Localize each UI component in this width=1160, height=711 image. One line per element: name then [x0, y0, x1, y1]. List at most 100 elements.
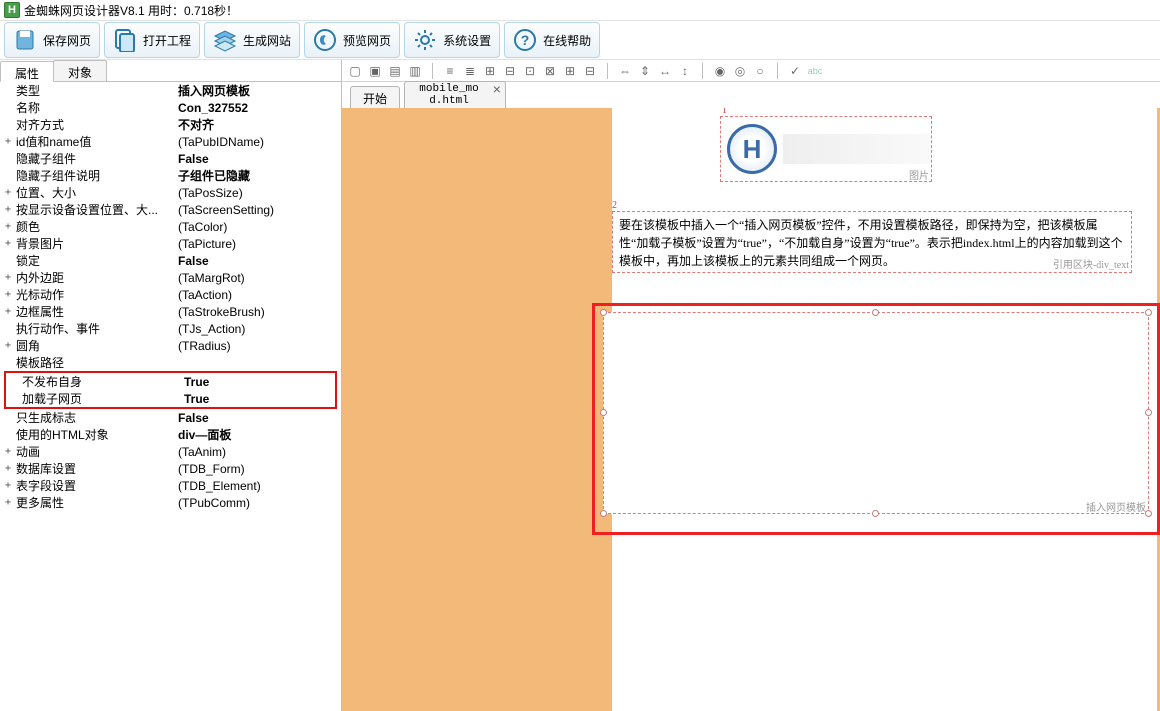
property-value[interactable]: (TDB_Form) [176, 462, 341, 476]
property-value[interactable]: False [176, 411, 341, 425]
property-row[interactable]: +颜色(TaColor) [0, 218, 341, 235]
property-row[interactable]: +边框属性(TaStrokeBrush) [0, 303, 341, 320]
property-value[interactable]: (TaScreenSetting) [176, 203, 341, 217]
align-icon-8[interactable]: ⊟ [581, 62, 599, 80]
close-icon[interactable]: × [493, 84, 501, 99]
image-component[interactable]: H 图片 [720, 116, 932, 182]
resize-handle-w[interactable] [600, 409, 607, 416]
property-row[interactable]: +光标动作(TaAction) [0, 286, 341, 303]
property-value[interactable]: div—面板 [176, 426, 341, 443]
property-row[interactable]: +位置、大小(TaPosSize) [0, 184, 341, 201]
property-row[interactable]: +按显示设备设置位置、大...(TaScreenSetting) [0, 201, 341, 218]
property-row[interactable]: 只生成标志False [0, 409, 341, 426]
property-row[interactable]: 隐藏子组件False [0, 150, 341, 167]
property-row[interactable]: 执行动作、事件(TJs_Action) [0, 320, 341, 337]
group-icon-2[interactable]: ◎ [731, 62, 749, 80]
property-value[interactable]: True [182, 375, 335, 389]
property-row[interactable]: 加载子网页True [6, 390, 335, 407]
resize-handle-s[interactable] [872, 510, 879, 517]
align-icon-2[interactable]: ≣ [461, 62, 479, 80]
property-row[interactable]: +背景图片(TaPicture) [0, 235, 341, 252]
resize-handle-ne[interactable] [1145, 309, 1152, 316]
save-button[interactable]: 保存网页 [4, 22, 100, 58]
property-row[interactable]: +数据库设置(TDB_Form) [0, 460, 341, 477]
property-row[interactable]: +id值和name值(TaPubIDName) [0, 133, 341, 150]
template-component[interactable]: 插入网页模板 [603, 312, 1149, 514]
property-row[interactable]: +更多属性(TPubComm) [0, 494, 341, 511]
tab-start[interactable]: 开始 [350, 86, 400, 108]
property-row[interactable]: 隐藏子组件说明子组件已隐藏 [0, 167, 341, 184]
expand-toggle[interactable]: + [2, 272, 14, 283]
property-row[interactable]: 对齐方式不对齐 [0, 116, 341, 133]
resize-handle-e[interactable] [1145, 409, 1152, 416]
property-value[interactable]: (TaPubIDName) [176, 135, 341, 149]
tab-attributes[interactable]: 属性 [0, 61, 54, 82]
property-value[interactable]: 不对齐 [176, 116, 341, 133]
expand-toggle[interactable]: + [2, 340, 14, 351]
align-icon-6[interactable]: ⊠ [541, 62, 559, 80]
spacing-icon-2[interactable]: ⇕ [636, 62, 654, 80]
property-value[interactable]: 子组件已隐藏 [176, 167, 341, 184]
expand-toggle[interactable]: + [2, 497, 14, 508]
tool-icon-2[interactable]: ▣ [366, 62, 384, 80]
text-component[interactable]: 要在该模板中插入一个“插入网页模板”控件，不用设置模板路径，即保持为空，把该模板… [612, 211, 1132, 273]
design-canvas[interactable]: 1 H 图片 2 要在该模板中插入一个“插入网页模板”控件，不用设置模板路径，即… [342, 108, 1160, 711]
property-row[interactable]: +内外边距(TaMargRot) [0, 269, 341, 286]
tool-icon-1[interactable]: ▢ [346, 62, 364, 80]
expand-toggle[interactable]: + [2, 136, 14, 147]
align-icon-4[interactable]: ⊟ [501, 62, 519, 80]
tool-icon-3[interactable]: ▤ [386, 62, 404, 80]
property-value[interactable]: (TRadius) [176, 339, 341, 353]
property-value[interactable]: False [176, 254, 341, 268]
misc-icon-2[interactable]: abc [806, 62, 824, 80]
tab-objects[interactable]: 对象 [53, 60, 107, 81]
property-value[interactable]: (TaMargRot) [176, 271, 341, 285]
spacing-icon-4[interactable]: ↕ [676, 62, 694, 80]
open-button[interactable]: 打开工程 [104, 22, 200, 58]
settings-button[interactable]: 系统设置 [404, 22, 500, 58]
expand-toggle[interactable]: + [2, 480, 14, 491]
property-row[interactable]: 不发布自身True [6, 373, 335, 390]
property-value[interactable]: 插入网页模板 [176, 82, 341, 99]
resize-handle-se[interactable] [1145, 510, 1152, 517]
spacing-icon-1[interactable]: ⇔ [616, 62, 634, 80]
property-row[interactable]: +表字段设置(TDB_Element) [0, 477, 341, 494]
expand-toggle[interactable]: + [2, 463, 14, 474]
property-row[interactable]: 名称Con_327552 [0, 99, 341, 116]
align-icon-5[interactable]: ⊡ [521, 62, 539, 80]
resize-handle-sw[interactable] [600, 510, 607, 517]
tab-file[interactable]: mobile_mod.html × [404, 81, 506, 108]
tool-icon-4[interactable]: ▥ [406, 62, 424, 80]
property-value[interactable]: False [176, 152, 341, 166]
property-value[interactable]: (TaPicture) [176, 237, 341, 251]
expand-toggle[interactable]: + [2, 446, 14, 457]
property-value[interactable]: (TaStrokeBrush) [176, 305, 341, 319]
spacing-icon-3[interactable]: ↔ [656, 62, 674, 80]
expand-toggle[interactable]: + [2, 187, 14, 198]
misc-icon-1[interactable]: ✓ [786, 62, 804, 80]
property-value[interactable]: (TJs_Action) [176, 322, 341, 336]
property-value[interactable]: (TPubComm) [176, 496, 341, 510]
property-row[interactable]: 使用的HTML对象div—面板 [0, 426, 341, 443]
group-icon-1[interactable]: ◉ [711, 62, 729, 80]
property-row[interactable]: 模板路径 [0, 354, 341, 371]
expand-toggle[interactable]: + [2, 306, 14, 317]
expand-toggle[interactable]: + [2, 238, 14, 249]
resize-handle-n[interactable] [872, 309, 879, 316]
expand-toggle[interactable]: + [2, 204, 14, 215]
property-value[interactable]: True [182, 392, 335, 406]
property-row[interactable]: 锁定False [0, 252, 341, 269]
property-row[interactable]: +动画(TaAnim) [0, 443, 341, 460]
property-row[interactable]: 类型插入网页模板 [0, 82, 341, 99]
generate-button[interactable]: 生成网站 [204, 22, 300, 58]
property-grid[interactable]: 类型插入网页模板名称Con_327552对齐方式不对齐+id值和name值(Ta… [0, 82, 341, 711]
property-value[interactable]: (TDB_Element) [176, 479, 341, 493]
page-surface[interactable]: 1 H 图片 2 要在该模板中插入一个“插入网页模板”控件，不用设置模板路径，即… [612, 108, 1157, 711]
property-value[interactable]: Con_327552 [176, 101, 341, 115]
expand-toggle[interactable]: + [2, 221, 14, 232]
resize-handle-nw[interactable] [600, 309, 607, 316]
property-value[interactable]: (TaAnim) [176, 445, 341, 459]
expand-toggle[interactable]: + [2, 289, 14, 300]
property-value[interactable]: (TaAction) [176, 288, 341, 302]
align-icon-7[interactable]: ⊞ [561, 62, 579, 80]
